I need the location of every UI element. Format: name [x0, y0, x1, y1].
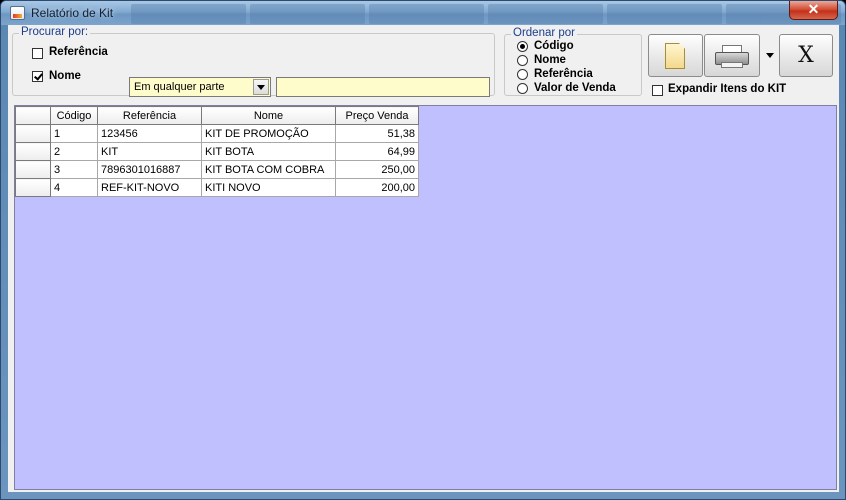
cell-codigo[interactable]: 1 — [50, 124, 98, 143]
column-header-referencia[interactable]: Referência — [97, 106, 202, 125]
cell-referencia[interactable]: 7896301016887 — [97, 160, 202, 179]
nome-checkbox[interactable] — [32, 71, 43, 82]
title-bar[interactable]: Relatório de Kit ✕ — [1, 1, 845, 25]
cell-nome[interactable]: KIT BOTA COM COBRA — [201, 160, 336, 179]
row-indicator[interactable] — [15, 142, 51, 161]
printer-icon — [715, 45, 751, 69]
search-input[interactable] — [276, 77, 490, 97]
search-group: Procurar por: Referência Nome Em qualque… — [12, 26, 495, 97]
cell-codigo[interactable]: 3 — [50, 160, 98, 179]
cell-codigo[interactable]: 2 — [50, 142, 98, 161]
referencia-label: Referência — [49, 46, 108, 58]
window-title: Relatório de Kit — [31, 6, 114, 20]
document-icon — [665, 43, 685, 69]
report-window: Relatório de Kit ✕ Procurar por: Referên… — [0, 0, 846, 500]
window-close-button[interactable]: ✕ — [789, 1, 838, 20]
sort-nome-radio[interactable] — [517, 55, 528, 66]
app-icon — [10, 6, 25, 20]
cell-nome[interactable]: KIT BOTA — [201, 142, 336, 161]
cell-referencia[interactable]: 123456 — [97, 124, 202, 143]
table-row[interactable]: 1 123456 KIT DE PROMOÇÃO 51,38 — [15, 124, 419, 143]
nome-label: Nome — [49, 70, 81, 82]
sort-referencia-label: Referência — [534, 68, 593, 80]
referencia-checkbox[interactable] — [32, 48, 43, 59]
new-report-button[interactable] — [648, 34, 703, 77]
sort-valor-label: Valor de Venda — [534, 82, 616, 94]
row-indicator[interactable] — [15, 124, 51, 143]
column-header-codigo[interactable]: Código — [50, 106, 98, 125]
cell-preco[interactable]: 200,00 — [335, 178, 419, 197]
close-report-label: X — [798, 43, 814, 68]
print-options-chevron-icon[interactable] — [766, 53, 774, 58]
sort-referencia-radio[interactable] — [517, 69, 528, 80]
column-header-preco[interactable]: Preço Venda — [335, 106, 419, 125]
row-indicator-header — [15, 106, 51, 125]
table-header-row: Código Referência Nome Preço Venda — [15, 106, 419, 125]
cell-nome[interactable]: KITI NOVO — [201, 178, 336, 197]
cell-nome[interactable]: KIT DE PROMOÇÃO — [201, 124, 336, 143]
cell-referencia[interactable]: REF-KIT-NOVO — [97, 178, 202, 197]
print-button[interactable] — [704, 34, 760, 77]
sort-codigo-radio[interactable] — [517, 41, 528, 52]
table-row[interactable]: 2 KIT KIT BOTA 64,99 — [15, 142, 419, 161]
cell-codigo[interactable]: 4 — [50, 178, 98, 197]
expandir-checkbox[interactable] — [652, 85, 663, 96]
background-tabs — [131, 4, 841, 24]
sort-group: Ordenar por Código Nome Referência Valor… — [504, 27, 642, 96]
column-header-nome[interactable]: Nome — [201, 106, 336, 125]
sort-codigo-label: Código — [534, 40, 574, 52]
table-row[interactable]: 4 REF-KIT-NOVO KITI NOVO 200,00 — [15, 178, 419, 197]
chevron-down-icon[interactable] — [253, 79, 269, 95]
sort-nome-label: Nome — [534, 54, 566, 66]
cell-preco[interactable]: 250,00 — [335, 160, 419, 179]
search-group-legend: Procurar por: — [19, 26, 91, 38]
search-mode-select[interactable]: Em qualquer parte — [129, 77, 271, 97]
search-mode-value: Em qualquer parte — [134, 81, 225, 93]
cell-preco[interactable]: 51,38 — [335, 124, 419, 143]
sort-valor-radio[interactable] — [517, 83, 528, 94]
close-report-button[interactable]: X — [779, 34, 833, 77]
client-area: Procurar por: Referência Nome Em qualque… — [8, 25, 839, 492]
kit-grid[interactable]: Código Referência Nome Preço Venda 1 123… — [14, 105, 837, 490]
cell-referencia[interactable]: KIT — [97, 142, 202, 161]
expandir-label: Expandir Itens do KIT — [668, 83, 787, 95]
cell-preco[interactable]: 64,99 — [335, 142, 419, 161]
row-indicator[interactable] — [15, 178, 51, 197]
table-row[interactable]: 3 7896301016887 KIT BOTA COM COBRA 250,0… — [15, 160, 419, 179]
row-indicator[interactable] — [15, 160, 51, 179]
kit-table: Código Referência Nome Preço Venda 1 123… — [15, 106, 419, 197]
sort-group-legend: Ordenar por — [511, 27, 578, 39]
